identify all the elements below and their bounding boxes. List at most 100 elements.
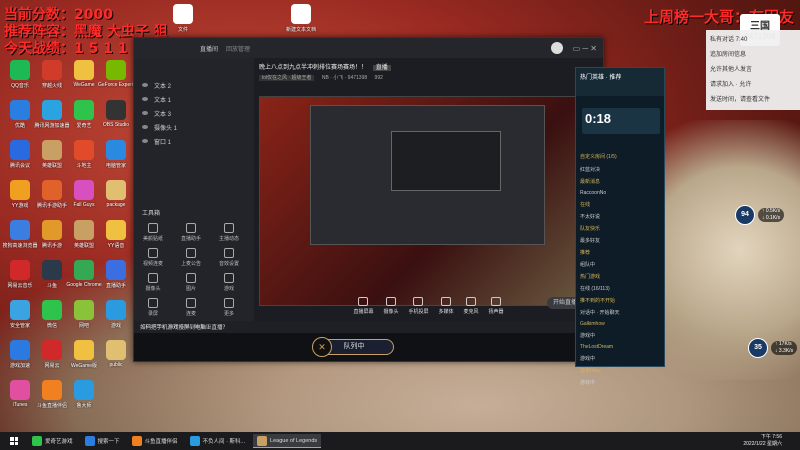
desktop-icon[interactable]: 直播助手 <box>98 260 134 289</box>
taskbar-item[interactable]: 爱奇艺游戏 <box>28 434 77 448</box>
chat-line[interactable]: 不太好说 <box>576 213 664 220</box>
desktop-icon[interactable]: YY语音 <box>98 220 134 249</box>
tool-button[interactable]: 视频连麦 <box>134 248 172 267</box>
scene-item[interactable]: 文本 1 <box>134 92 254 106</box>
chat-line[interactable]: 热门游戏 <box>576 273 664 280</box>
chat-line[interactable]: RaccoonNo <box>576 190 664 196</box>
desktop-icon[interactable]: OBS Studio <box>98 100 134 128</box>
desktop-icon[interactable]: 网易云音乐 <box>2 260 38 289</box>
tool-button[interactable]: 更多 <box>210 298 248 317</box>
desktop-icon[interactable]: 搜狗高速浏览器 <box>2 220 38 249</box>
chat-line[interactable]: 推不到的不开始 <box>576 297 664 304</box>
chat-line[interactable]: 队友快乐 <box>576 225 664 232</box>
scene-item[interactable]: 文本 3 <box>134 106 254 120</box>
desktop-icon[interactable]: 腾讯会议 <box>2 140 38 169</box>
taskbar-item[interactable]: 搜索一下 <box>81 434 124 448</box>
source-button[interactable]: 扬声器 <box>489 297 504 315</box>
desktop-icon[interactable]: package <box>98 180 134 208</box>
desktop-icon[interactable]: 爱奇艺 <box>66 100 102 129</box>
tab-replay[interactable]: 回放管理 <box>226 44 250 53</box>
desktop-icon[interactable]: 斗地主 <box>66 140 102 169</box>
tool-button[interactable]: 直播助手 <box>172 223 210 242</box>
tool-button[interactable]: 主播动态 <box>210 223 248 242</box>
tool-button[interactable]: 美颜贴纸 <box>134 223 172 242</box>
queue-cancel-icon[interactable]: ✕ <box>312 337 332 357</box>
windows-start-icon[interactable] <box>6 433 22 449</box>
source-button[interactable]: 麦克风 <box>464 297 479 315</box>
desktop-file-icon[interactable]: 文件 <box>165 4 201 33</box>
eye-icon[interactable] <box>142 139 148 143</box>
desktop-icon[interactable]: QQ音乐 <box>2 60 38 89</box>
chat-line[interactable]: 最新消息 <box>576 178 664 185</box>
source-button[interactable]: 直播屏幕 <box>353 297 373 315</box>
desktop-textfile-icon[interactable]: 新建文本文档 <box>283 4 319 33</box>
taskbar-item[interactable]: 斗鱼直播伴侣 <box>128 434 182 448</box>
chat-line[interactable]: Galkimhow <box>576 321 664 327</box>
desktop-icon[interactable]: Google Chrome <box>66 260 102 288</box>
desktop-icon[interactable]: 网易云 <box>34 340 70 369</box>
desktop-icon[interactable]: iTunes <box>2 380 38 408</box>
desktop-icon[interactable]: 网吧 <box>66 300 102 329</box>
window-controls-icon[interactable]: ▭ ─ ✕ <box>573 44 597 53</box>
tool-button[interactable]: 录屏 <box>134 298 172 317</box>
eye-icon[interactable] <box>142 83 148 87</box>
tool-button[interactable]: 音效设置 <box>210 248 248 267</box>
desktop-icon[interactable]: 电脑管家 <box>98 140 134 169</box>
tool-button[interactable]: 上麦公告 <box>172 248 210 267</box>
desktop-icon[interactable]: 安全管家 <box>2 300 38 329</box>
desktop-icon[interactable]: 英雄联盟 <box>34 140 70 169</box>
help-link[interactable]: 如何把手机游戏投屏到电脑上直播？ <box>140 323 228 331</box>
chat-line[interactable]: 红蓝对决 <box>576 166 664 173</box>
chat-line[interactable]: 游戏中 <box>576 355 664 362</box>
desktop-icon[interactable]: 腾讯手游 <box>34 220 70 249</box>
desktop-icon[interactable]: 游戏加速 <box>2 340 38 369</box>
desktop-icon[interactable]: 腾讯手游助手 <box>34 180 70 209</box>
desktop-icon[interactable]: WeGame <box>66 60 102 88</box>
taskbar-item[interactable]: League of Legends <box>253 434 322 448</box>
desktop-icon[interactable]: GeForce Experience <box>98 60 134 88</box>
desktop-icon[interactable]: 穿越火线 <box>34 60 70 89</box>
source-button[interactable]: 摄像头 <box>383 297 398 315</box>
scene-item[interactable]: 文本 2 <box>134 78 254 92</box>
desktop-icon[interactable]: 游戏 <box>98 300 134 329</box>
tool-button[interactable]: 连麦 <box>172 298 210 317</box>
eye-icon[interactable] <box>142 111 148 115</box>
desktop-icon[interactable]: 腾讯网游加速器 <box>34 100 70 129</box>
chat-line[interactable]: 亚米Here <box>576 367 664 374</box>
desktop-icon[interactable]: Fall Guys <box>66 180 102 208</box>
taskbar-item[interactable]: 不负人间 · 斯科... <box>186 434 249 448</box>
scene-item[interactable]: 窗口 1 <box>134 134 254 148</box>
chat-line[interactable]: TheLostDream <box>576 344 664 350</box>
desktop-icon[interactable]: 鲁大师 <box>66 380 102 409</box>
desktop-icon[interactable]: 微信 <box>34 300 70 329</box>
desktop-icon[interactable]: WeGame版 <box>66 340 102 369</box>
chat-line[interactable]: 游戏中 <box>576 332 664 339</box>
desktop-icon[interactable]: public <box>98 340 134 368</box>
chat-line[interactable]: 推荐 <box>576 249 664 256</box>
chat-line[interactable]: 对话中 · 开始聊天 <box>576 309 664 316</box>
eye-icon[interactable] <box>142 97 148 101</box>
desktop-icon[interactable]: YY游戏 <box>2 180 38 209</box>
chat-line[interactable]: 在线 (16/113) <box>576 285 664 292</box>
chat-line[interactable]: 游戏中 <box>576 379 664 386</box>
side-line-3[interactable]: 允许其他人发言 <box>710 64 796 73</box>
chat-line[interactable]: 组队中 <box>576 261 664 268</box>
desktop-icon[interactable]: 英雄联盟 <box>66 220 102 249</box>
tool-button[interactable]: 图片 <box>172 273 210 292</box>
desktop-icon[interactable]: 优酷 <box>2 100 38 129</box>
chat-line[interactable]: 最多好友 <box>576 237 664 244</box>
side-line-4[interactable]: 请求加入 · 允许 <box>710 79 796 88</box>
desktop-icon[interactable]: 斗鱼 <box>34 260 70 289</box>
avatar[interactable] <box>550 42 563 54</box>
scene-item[interactable]: 摄像头 1 <box>134 120 254 134</box>
chat-line[interactable]: 在线 <box>576 201 664 208</box>
tab-live[interactable]: 直播间 <box>200 44 218 53</box>
stream-title[interactable]: 晚上八点到九点半冲刺排位赛场赛场！！ 直播 <box>259 62 391 71</box>
tool-button[interactable]: 游戏 <box>210 273 248 292</box>
source-button[interactable]: 手机投屏 <box>408 297 429 315</box>
desktop-icon[interactable]: 斗鱼直播伴侣 <box>34 380 70 409</box>
clock[interactable]: 下午 7:56 2022/1/22 星期六 <box>743 434 782 448</box>
tool-button[interactable]: 摄像头 <box>134 273 172 292</box>
eye-icon[interactable] <box>142 125 148 129</box>
source-button[interactable]: 多媒体 <box>439 297 454 315</box>
